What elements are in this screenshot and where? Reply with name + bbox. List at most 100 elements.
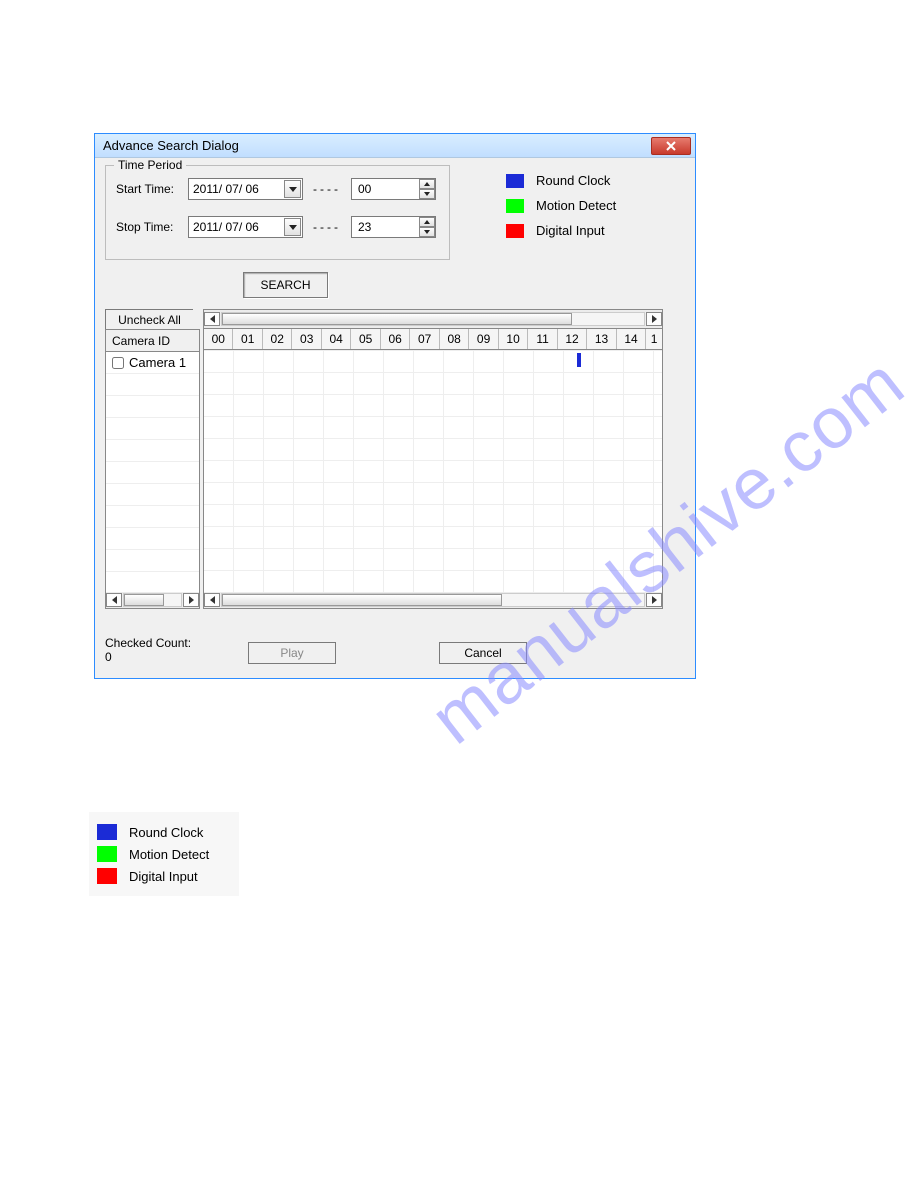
swatch-round-clock-icon xyxy=(97,824,117,840)
stop-time-label: Stop Time: xyxy=(116,220,188,234)
hour-header: 02 xyxy=(263,329,292,349)
stop-dashes: ---- xyxy=(313,220,341,234)
scroll-track[interactable] xyxy=(123,593,182,607)
standalone-legend: Round Clock Motion Detect Digital Input xyxy=(89,812,239,896)
stop-hour-value: 23 xyxy=(358,220,371,234)
scroll-left-icon[interactable] xyxy=(204,593,220,607)
hour-header: 10 xyxy=(499,329,528,349)
spin-down-icon[interactable] xyxy=(419,227,435,237)
scroll-track[interactable] xyxy=(221,312,645,326)
checked-count: Checked Count: 0 xyxy=(105,636,191,664)
timeline-mark-round-clock xyxy=(577,353,581,367)
page: manualshive.com Advance Search Dialog Ti… xyxy=(0,0,918,1188)
dialog-title: Advance Search Dialog xyxy=(99,138,651,153)
start-hour-spin-buttons xyxy=(419,179,435,199)
legend-motion-detect: Motion Detect xyxy=(97,846,231,862)
camera-checkbox[interactable] xyxy=(112,357,124,369)
camera-row-empty xyxy=(106,418,199,440)
camera-row-empty xyxy=(106,396,199,418)
start-date-combo[interactable]: 2011/ 07/ 06 xyxy=(188,178,303,200)
camera-row-empty xyxy=(106,462,199,484)
legend-round-clock: Round Clock xyxy=(97,824,231,840)
dialog-legend: Round Clock Motion Detect Digital Input xyxy=(506,173,616,238)
timeline-grid: 00 01 02 03 04 05 06 07 08 09 10 11 12 1… xyxy=(203,309,663,609)
dialog-window: Advance Search Dialog Time Period Start … xyxy=(94,133,696,679)
stop-hour-spinner[interactable]: 23 xyxy=(351,216,436,238)
legend-label: Digital Input xyxy=(129,869,198,884)
play-button[interactable]: Play xyxy=(248,642,336,664)
legend-label: Digital Input xyxy=(536,223,605,238)
swatch-motion-detect-icon xyxy=(97,846,117,862)
start-hour-spinner[interactable]: 00 xyxy=(351,178,436,200)
legend-label: Round Clock xyxy=(129,825,203,840)
scroll-right-icon[interactable] xyxy=(183,593,199,607)
camera-row[interactable]: Camera 1 xyxy=(106,352,199,374)
hour-header: 06 xyxy=(381,329,410,349)
hour-header: 09 xyxy=(469,329,498,349)
legend-motion-detect: Motion Detect xyxy=(506,198,616,213)
legend-label: Motion Detect xyxy=(536,198,616,213)
camera-list: Camera ID Camera 1 xyxy=(105,329,200,609)
scroll-right-icon[interactable] xyxy=(646,593,662,607)
timeline-top-scrollbar[interactable] xyxy=(204,310,662,328)
cancel-button[interactable]: Cancel xyxy=(439,642,527,664)
stop-date-combo[interactable]: 2011/ 07/ 06 xyxy=(188,216,303,238)
hour-header: 11 xyxy=(528,329,557,349)
stop-time-row: Stop Time: 2011/ 07/ 06 ---- 23 xyxy=(116,216,436,238)
chevron-down-icon[interactable] xyxy=(284,218,301,236)
timeline-body[interactable] xyxy=(204,350,662,592)
close-button[interactable] xyxy=(651,137,691,155)
scroll-track[interactable] xyxy=(221,593,645,607)
timeline-header-row: 00 01 02 03 04 05 06 07 08 09 10 11 12 1… xyxy=(204,328,662,350)
scroll-thumb[interactable] xyxy=(222,594,502,606)
camera-label: Camera 1 xyxy=(129,355,186,370)
stop-hour-spin-buttons xyxy=(419,217,435,237)
legend-digital-input: Digital Input xyxy=(97,868,231,884)
hour-header: 13 xyxy=(587,329,616,349)
swatch-digital-input-icon xyxy=(97,868,117,884)
swatch-round-clock-icon xyxy=(506,174,524,188)
swatch-motion-detect-icon xyxy=(506,199,524,213)
checked-count-value: 0 xyxy=(105,650,191,664)
start-time-label: Start Time: xyxy=(116,182,188,196)
time-period-legend: Time Period xyxy=(114,158,186,172)
scroll-thumb[interactable] xyxy=(222,313,572,325)
camera-row-empty xyxy=(106,572,199,592)
hour-header: 00 xyxy=(204,329,233,349)
search-button[interactable]: SEARCH xyxy=(243,272,328,298)
timeline-bottom-scrollbar[interactable] xyxy=(204,592,662,608)
hour-header: 07 xyxy=(410,329,439,349)
spin-up-icon[interactable] xyxy=(419,217,435,227)
camera-row-empty xyxy=(106,550,199,572)
hour-header: 05 xyxy=(351,329,380,349)
stop-date-value: 2011/ 07/ 06 xyxy=(193,220,259,234)
camera-row-empty xyxy=(106,484,199,506)
start-dashes: ---- xyxy=(313,182,341,196)
legend-digital-input: Digital Input xyxy=(506,223,616,238)
hour-header: 03 xyxy=(292,329,321,349)
scroll-left-icon[interactable] xyxy=(106,593,122,607)
titlebar: Advance Search Dialog xyxy=(95,134,695,158)
camera-row-empty xyxy=(106,440,199,462)
scroll-thumb[interactable] xyxy=(124,594,164,606)
dialog-client: Time Period Start Time: 2011/ 07/ 06 ---… xyxy=(95,158,695,678)
chevron-down-icon[interactable] xyxy=(284,180,301,198)
hour-header: 14 xyxy=(617,329,646,349)
spin-up-icon[interactable] xyxy=(419,179,435,189)
hour-header: 08 xyxy=(440,329,469,349)
hour-header: 12 xyxy=(558,329,587,349)
hour-header: 1 xyxy=(646,329,662,349)
camera-rows: Camera 1 xyxy=(106,352,199,592)
scroll-left-icon[interactable] xyxy=(204,312,220,326)
scroll-right-icon[interactable] xyxy=(646,312,662,326)
hour-header: 04 xyxy=(322,329,351,349)
legend-label: Round Clock xyxy=(536,173,610,188)
checked-count-label: Checked Count: xyxy=(105,636,191,650)
spin-down-icon[interactable] xyxy=(419,189,435,199)
uncheck-all-button[interactable]: Uncheck All xyxy=(105,309,193,329)
camera-list-scrollbar[interactable] xyxy=(106,592,199,608)
legend-round-clock: Round Clock xyxy=(506,173,616,188)
start-hour-value: 00 xyxy=(358,182,371,196)
close-icon xyxy=(666,139,676,154)
camera-id-header: Camera ID xyxy=(106,330,199,352)
